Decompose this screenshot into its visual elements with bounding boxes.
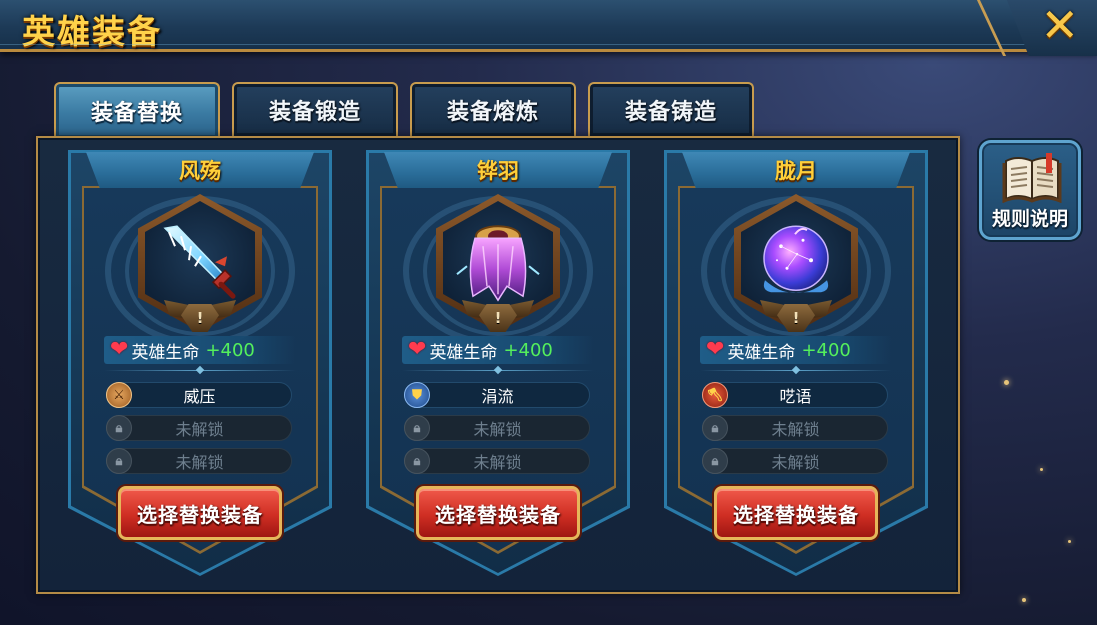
axe-skill-icon: 🪓︎ xyxy=(702,382,728,408)
skill-slot[interactable]: ⛊ 涓流 xyxy=(404,382,590,408)
equipment-name: 风殇 xyxy=(179,159,221,183)
skill-slot[interactable]: 🪓︎ 呓语 xyxy=(702,382,888,408)
divider xyxy=(700,370,892,371)
button-label: 选择替换装备 xyxy=(137,502,263,527)
tab-bar: 装备替换 装备锻造 装备熔炼 装备铸造 xyxy=(54,82,754,138)
tab-label: 装备铸造 xyxy=(624,100,717,125)
select-replace-button[interactable]: 选择替换装备 xyxy=(118,486,282,540)
skill-slot-locked[interactable]: 🔒︎ 未解锁 xyxy=(404,448,590,474)
tab-label: 装备熔炼 xyxy=(446,100,539,125)
card-header: 铧羽 xyxy=(384,152,612,188)
stat-row: ❤ 英雄生命 +400 xyxy=(700,336,892,364)
skill-name: 未解锁 xyxy=(175,453,224,472)
stat-label: 英雄生命 xyxy=(429,342,498,363)
skill-name: 呓语 xyxy=(779,387,812,406)
equipment-panel: 风殇 ! ❤ 英雄生命 +400 ⚔ 威压 🔒︎ 未解锁 🔒︎ 未解锁 选择替换… xyxy=(36,136,960,594)
skill-slot-locked[interactable]: 🔒︎ 未解锁 xyxy=(702,448,888,474)
crystal-sword-icon xyxy=(163,225,236,299)
divider xyxy=(402,370,594,371)
skill-name: 未解锁 xyxy=(473,420,522,439)
skill-slot-locked[interactable]: 🔒︎ 未解锁 xyxy=(702,415,888,441)
equipment-name: 铧羽 xyxy=(477,159,519,183)
rules-button-label: 规则说明 xyxy=(991,208,1068,230)
heart-icon: ❤ xyxy=(706,337,725,362)
divider xyxy=(104,370,296,371)
tab-equipment-smelt[interactable]: 装备熔炼 xyxy=(410,82,576,136)
purple-cloak-icon xyxy=(456,225,540,302)
equipment-card: 铧羽 ! ❤ 英雄生命 +400 ⛊ 涓流 🔒︎ 未解锁 🔒︎ 未解锁 选择替换… xyxy=(366,150,630,576)
stat-value: +400 xyxy=(801,339,851,361)
card-header: 胧月 xyxy=(682,152,910,188)
skill-name: 未解锁 xyxy=(771,453,820,472)
rules-button[interactable]: 规则说明 xyxy=(979,140,1081,240)
heart-icon: ❤ xyxy=(408,337,427,362)
skill-name: 未解锁 xyxy=(175,420,224,439)
equipment-card: 胧月 ! ❤ 英雄生命 +400 🪓︎ 呓语 🔒︎ 未解锁 🔒︎ 未解锁 选择替… xyxy=(664,150,928,576)
skill-slot[interactable]: ⚔ 威压 xyxy=(106,382,292,408)
shield-skill-icon: ⛊ xyxy=(404,382,430,408)
starry-orb-icon xyxy=(763,225,829,293)
close-icon: ✕ xyxy=(1040,0,1079,52)
lock-icon: 🔒︎ xyxy=(702,448,728,474)
sword-skill-icon: ⚔ xyxy=(106,382,132,408)
background-sparkle xyxy=(1040,468,1043,471)
tab-equipment-replace[interactable]: 装备替换 xyxy=(54,82,220,138)
select-replace-button[interactable]: 选择替换装备 xyxy=(714,486,878,540)
background-sparkle xyxy=(1022,598,1026,602)
lock-icon: 🔒︎ xyxy=(404,448,430,474)
card-header: 风殇 xyxy=(86,152,314,188)
book-icon xyxy=(1002,153,1062,203)
stat-row: ❤ 英雄生命 +400 xyxy=(402,336,594,364)
button-label: 选择替换装备 xyxy=(435,502,561,527)
select-replace-button[interactable]: 选择替换装备 xyxy=(416,486,580,540)
title-bar: 英雄装备 xyxy=(0,0,1097,52)
tab-equipment-forge[interactable]: 装备锻造 xyxy=(232,82,398,136)
skill-slot-locked[interactable]: 🔒︎ 未解锁 xyxy=(106,448,292,474)
lock-icon: 🔒︎ xyxy=(106,415,132,441)
stat-label: 英雄生命 xyxy=(131,342,200,363)
skill-slot-locked[interactable]: 🔒︎ 未解锁 xyxy=(404,415,590,441)
tab-label: 装备替换 xyxy=(90,101,183,126)
skill-name: 涓流 xyxy=(481,387,514,406)
skill-slot-locked[interactable]: 🔒︎ 未解锁 xyxy=(106,415,292,441)
stat-label: 英雄生命 xyxy=(727,342,796,363)
window-title: 英雄装备 xyxy=(22,12,162,51)
button-label: 选择替换装备 xyxy=(733,502,859,527)
tab-label: 装备锻造 xyxy=(268,100,361,125)
equipment-card: 风殇 ! ❤ 英雄生命 +400 ⚔ 威压 🔒︎ 未解锁 🔒︎ 未解锁 选择替换… xyxy=(68,150,332,576)
background-sparkle xyxy=(1068,540,1071,543)
lock-icon: 🔒︎ xyxy=(404,415,430,441)
stat-value: +400 xyxy=(205,339,255,361)
stat-row: ❤ 英雄生命 +400 xyxy=(104,336,296,364)
skill-name: 威压 xyxy=(183,387,216,406)
background-sparkle xyxy=(1004,380,1009,385)
equipment-name: 胧月 xyxy=(775,159,817,183)
tab-equipment-cast[interactable]: 装备铸造 xyxy=(588,82,754,136)
lock-icon: 🔒︎ xyxy=(106,448,132,474)
skill-name: 未解锁 xyxy=(473,453,522,472)
stat-value: +400 xyxy=(503,339,553,361)
heart-icon: ❤ xyxy=(110,337,129,362)
skill-name: 未解锁 xyxy=(771,420,820,439)
lock-icon: 🔒︎ xyxy=(702,415,728,441)
